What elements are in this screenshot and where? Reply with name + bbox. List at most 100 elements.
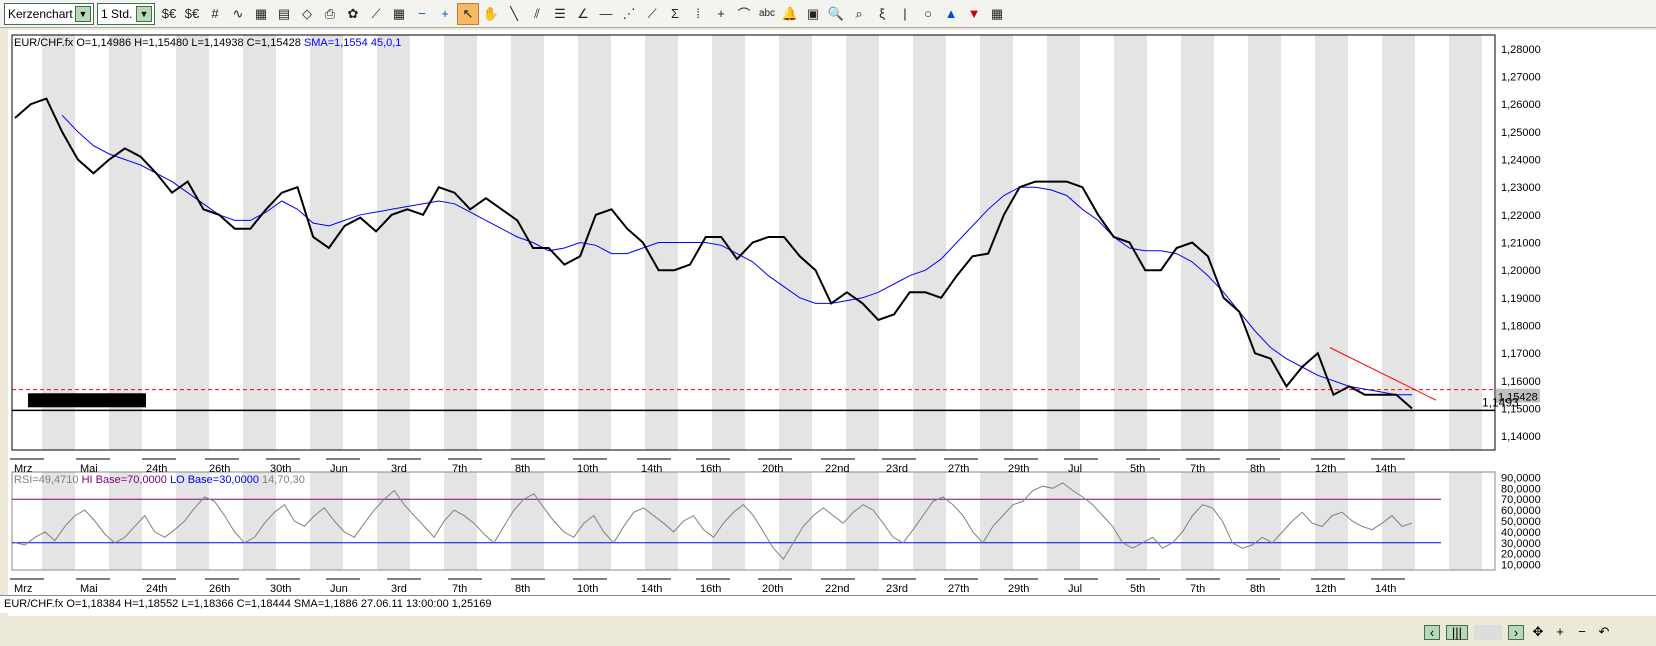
scroll-nav: ‹ ||| › ✥ + − ↶ — [1424, 625, 1612, 640]
arrow-up-icon[interactable]: ▲ — [940, 3, 962, 25]
chart-window[interactable]: 1,28000 1,27000 1,26000 1,25000 1,24000 1,230… — [8, 30, 1656, 616]
wave-icon[interactable]: ξ — [871, 3, 893, 25]
legend-part: LO Base=30,0000 — [170, 474, 262, 486]
scrollbar-thumb[interactable]: ||| — [1446, 625, 1468, 640]
chart-type-select[interactable]: Kerzenchart ▼ — [4, 2, 94, 25]
chart-type-value: Kerzenchart — [8, 6, 73, 21]
time-band — [109, 35, 142, 450]
fib-icon[interactable]: ☰ — [549, 3, 571, 25]
time-band — [1449, 35, 1482, 450]
time-band — [377, 472, 410, 570]
time-band — [779, 35, 812, 450]
arrow-down-icon[interactable]: ▼ — [963, 3, 985, 25]
line-icon[interactable]: ╲ — [503, 3, 525, 25]
zoom-in-plus-icon[interactable]: + — [434, 3, 456, 25]
date-label: 23rd — [886, 463, 908, 475]
date-label: 7th — [1190, 583, 1205, 595]
date-label: 29th — [1008, 463, 1029, 475]
time-band — [511, 472, 544, 570]
price-tick-label: 1,25000 — [1501, 127, 1541, 139]
drawing-icon[interactable]: ⟋ — [365, 3, 387, 25]
indicator-icon[interactable]: ∿ — [227, 3, 249, 25]
date-label: 22nd — [825, 583, 849, 595]
time-band — [243, 35, 276, 450]
crosshair-icon[interactable]: + — [710, 3, 732, 25]
grid-icon[interactable]: # — [204, 3, 226, 25]
palette-icon[interactable]: ▦ — [986, 3, 1008, 25]
scrollbar-track[interactable] — [1474, 625, 1502, 640]
time-band — [176, 472, 209, 570]
zoom-rect-icon[interactable]: ⌕ — [848, 3, 870, 25]
vline-icon[interactable]: | — [894, 3, 916, 25]
date-label: 27th — [948, 583, 969, 595]
time-band — [42, 35, 75, 450]
parallel-icon[interactable]: ⫽ — [526, 3, 548, 25]
date-label: 16th — [700, 463, 721, 475]
timeframe-select[interactable]: 1 Std. ▼ — [97, 2, 155, 25]
undo-icon[interactable]: ↶ — [1596, 625, 1612, 640]
chevron-down-icon: ▼ — [75, 5, 91, 22]
rsi-tick-label: 10,0000 — [1501, 560, 1541, 572]
zoom-out-minus-icon[interactable]: − — [411, 3, 433, 25]
time-band — [444, 35, 477, 450]
date-label: Jul — [1068, 583, 1082, 595]
scroll-right-button[interactable]: › — [1508, 625, 1524, 640]
alarm-icon[interactable]: 🔔 — [779, 3, 801, 25]
dollar-euro-icon[interactable]: $€ — [158, 3, 180, 25]
open-icon[interactable]: ◇ — [296, 3, 318, 25]
chart-bar-icon[interactable]: ▤ — [273, 3, 295, 25]
time-band — [310, 472, 343, 570]
zoom-in-icon[interactable]: + — [1552, 625, 1568, 640]
calculator-icon[interactable]: ▣ — [802, 3, 824, 25]
time-band — [1114, 472, 1147, 570]
time-band — [913, 35, 946, 450]
time-band — [243, 472, 276, 570]
move-icon[interactable]: ✥ — [1530, 625, 1546, 640]
date-label: 14th — [1375, 463, 1396, 475]
zoom-out-icon[interactable]: − — [1574, 625, 1590, 640]
hline-icon[interactable]: — — [595, 3, 617, 25]
price-tick-label: 1,27000 — [1501, 72, 1541, 84]
toolbar: Kerzenchart ▼ 1 Std. ▼ $€ $€ # ∿ ▦ ▤ ◇ ⎙ ✿ ⟋ ▦ − + ↖ ✋ ╲ ⫽… — [0, 0, 1656, 28]
arc-icon[interactable]: ⌒ — [733, 3, 755, 25]
dollar-euro-2-icon[interactable]: $€ — [181, 3, 203, 25]
date-label: 26th — [209, 583, 230, 595]
date-label: 22nd — [825, 463, 849, 475]
date-label: 12th — [1315, 583, 1336, 595]
price-tick-label: 1,22000 — [1501, 210, 1541, 222]
color-icon[interactable]: ✿ — [342, 3, 364, 25]
fan-icon[interactable]: ∠ — [572, 3, 594, 25]
price-legend: EUR/CHF.fx O=1,14986 H=1,15480 L=1,14938… — [14, 37, 401, 49]
date-label: 8th — [515, 463, 530, 475]
date-label: 14th — [641, 583, 662, 595]
time-band — [980, 472, 1013, 570]
time-band — [846, 35, 879, 450]
date-label: Mai — [80, 583, 98, 595]
chevron-down-icon: ▼ — [136, 5, 152, 22]
cursor-icon[interactable]: ↖ — [457, 2, 479, 25]
date-label: Mrz — [14, 583, 32, 595]
keyboard-icon[interactable]: ▦ — [388, 3, 410, 25]
price-tick-label: 1,17000 — [1501, 348, 1541, 360]
zoom-icon[interactable]: 🔍 — [825, 3, 847, 25]
channel-icon[interactable]: Ʃ — [664, 3, 686, 25]
price-tick-label: 1,28000 — [1501, 44, 1541, 56]
date-label: 8th — [515, 583, 530, 595]
circle-icon[interactable]: ○ — [917, 3, 939, 25]
chart-svg: 1,28000 1,27000 1,26000 1,25000 1,24000 1,230… — [10, 34, 1541, 595]
hand-icon[interactable]: ✋ — [480, 3, 502, 25]
regression-icon[interactable]: ⟋ — [641, 3, 663, 25]
date-label: 29th — [1008, 583, 1029, 595]
time-band — [176, 35, 209, 450]
time-band — [578, 472, 611, 570]
vlines-icon[interactable]: ⁞ — [687, 3, 709, 25]
time-band — [377, 35, 410, 450]
redacted-block — [28, 393, 146, 408]
speed-icon[interactable]: ⋰ — [618, 3, 640, 25]
print-icon[interactable]: ⎙ — [319, 3, 341, 25]
time-band — [1181, 35, 1214, 450]
date-label: 7th — [452, 463, 467, 475]
scroll-left-button[interactable]: ‹ — [1424, 625, 1440, 640]
text-icon[interactable]: abc — [756, 3, 778, 25]
chart-data-icon[interactable]: ▦ — [250, 3, 272, 25]
